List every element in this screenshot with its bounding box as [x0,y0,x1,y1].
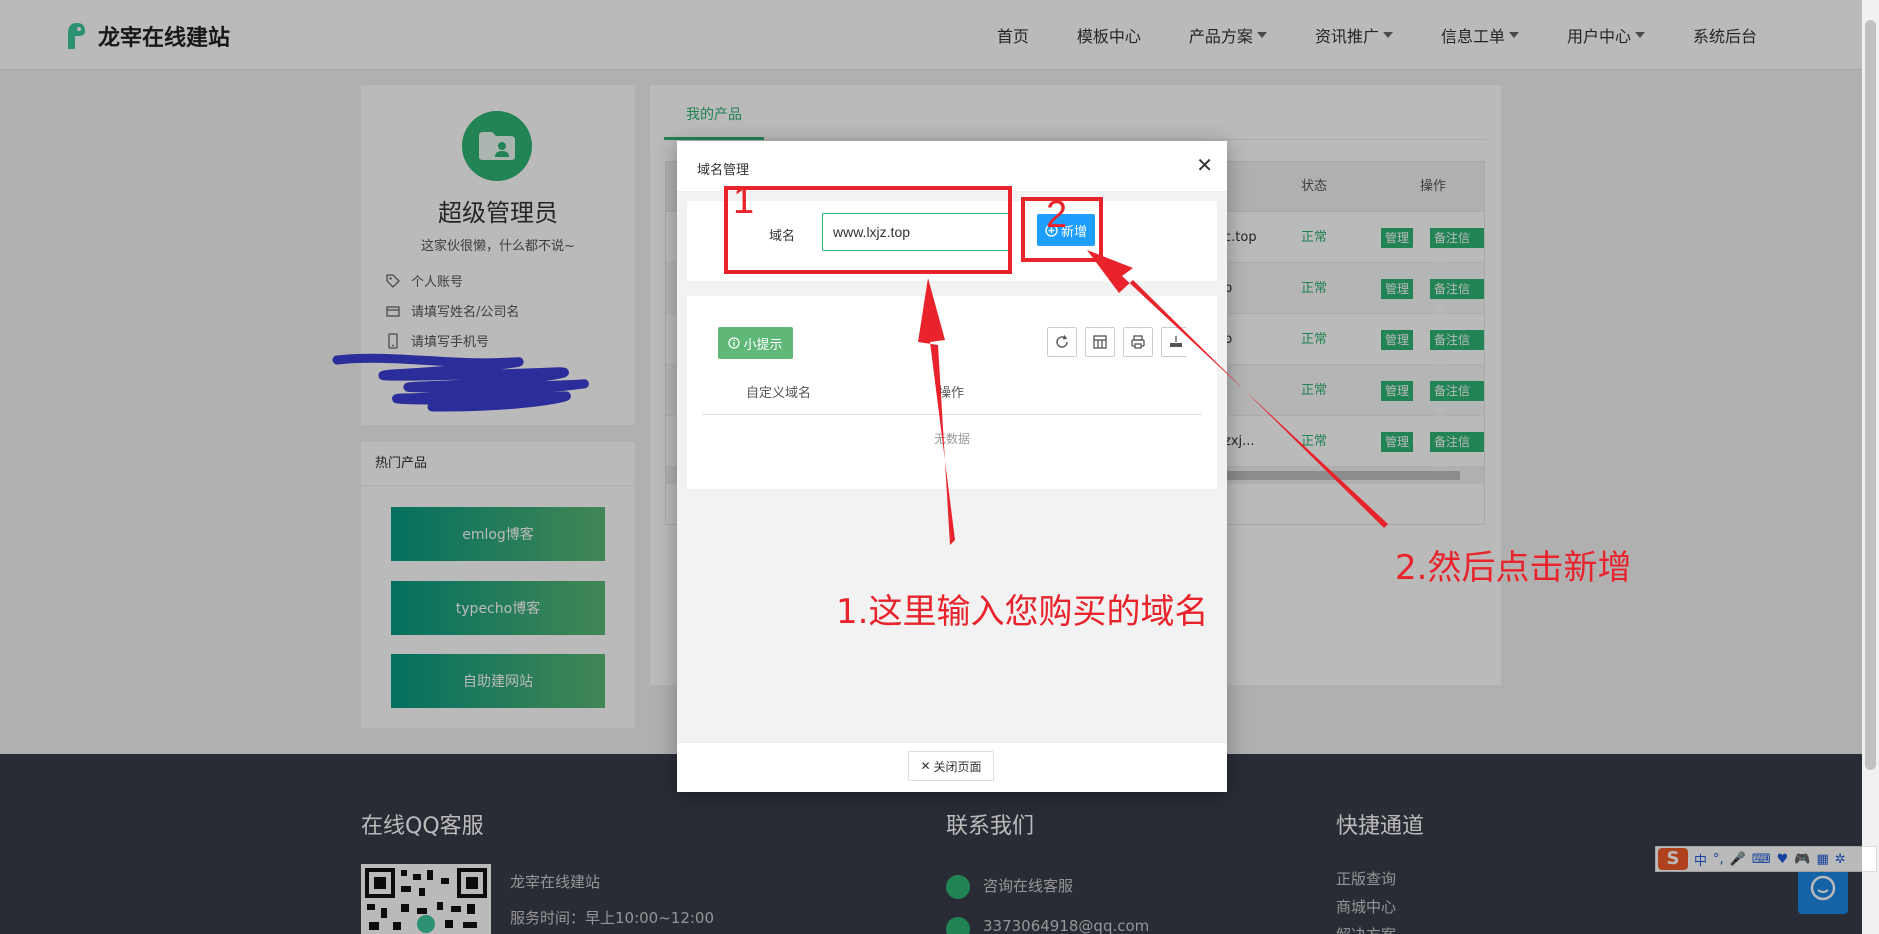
annotation-text-2: 2.然后点击新增 [1395,548,1632,588]
annotation-arrows [918,250,1388,545]
annotation-text-1: 1.这里输入您购买的域名 [836,592,1209,632]
